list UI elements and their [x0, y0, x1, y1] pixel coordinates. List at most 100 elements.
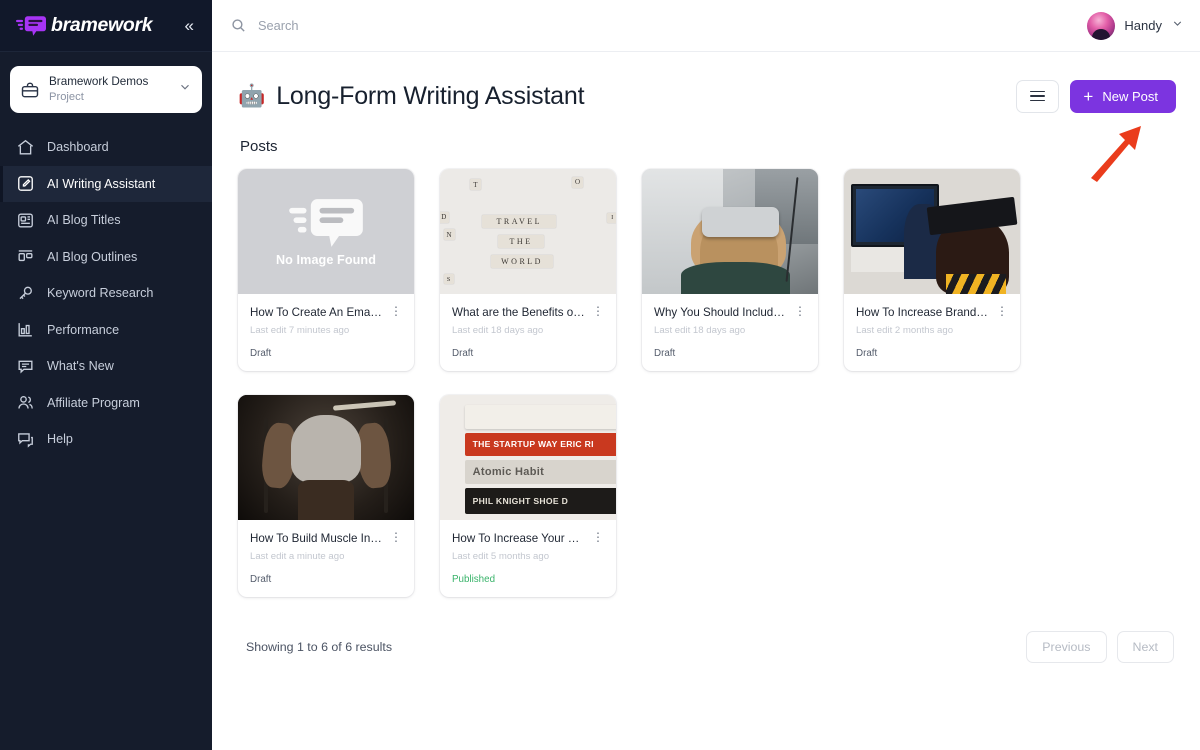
list-view-button[interactable]: [1016, 79, 1060, 113]
edit-square-icon: [16, 174, 35, 193]
sidebar-item-dashboard[interactable]: Dashboard: [0, 129, 212, 166]
plus-icon: +: [1083, 86, 1094, 106]
post-title: How To Increase Brand Aw...: [856, 306, 989, 319]
app-root: bramework « Bramework Demos Project Dash…: [0, 0, 1200, 750]
user-name: Handy: [1124, 18, 1162, 33]
list-view-icon: [1030, 88, 1046, 104]
post-card[interactable]: Why You Should Include a 3... ⋮ Last edi…: [642, 169, 818, 372]
post-status-badge: Published: [452, 574, 496, 586]
home-icon: [16, 138, 35, 157]
post-title: How To Build Muscle In Jus...: [250, 532, 383, 546]
header-actions: + New Post: [1016, 79, 1176, 113]
layout-grid-icon: [16, 247, 35, 266]
project-selector[interactable]: Bramework Demos Project: [10, 66, 202, 114]
post-card-body: How To Build Muscle In Jus... ⋮ Last edi…: [238, 520, 414, 597]
post-card-top: What are the Benefits of Sl... ⋮: [452, 305, 605, 320]
post-last-edit: Last edit 7 minutes ago: [250, 325, 350, 337]
users-icon: [16, 393, 35, 412]
post-card[interactable]: THE STARTUP WAY ERIC RI Atomic Habit PHI…: [440, 395, 616, 598]
post-menu-icon[interactable]: ⋮: [793, 305, 807, 317]
sidebar-item-keyword-research[interactable]: Keyword Research: [0, 275, 212, 312]
pagination-footer: Showing 1 to 6 of 6 results Previous Nex…: [238, 631, 1176, 664]
previous-page-button[interactable]: Previous: [1026, 631, 1107, 664]
book-title-atomic-habits: Atomic Habit: [472, 465, 545, 478]
pagination-controls: Previous Next: [1026, 631, 1174, 664]
sidebar-item-whats-new[interactable]: What's New: [0, 348, 212, 385]
bramework-logo-icon: [16, 15, 46, 37]
chat-bubble-icon: [16, 357, 35, 376]
search-container[interactable]: [230, 17, 1087, 34]
topbar: Handy: [212, 0, 1200, 52]
new-post-label: New Post: [1102, 88, 1158, 104]
main-area: Handy 🤖 Long-Form Writing Assistant: [212, 0, 1200, 750]
project-subtitle: Project: [49, 90, 84, 103]
post-card[interactable]: How To Increase Brand Aw... ⋮ Last edit …: [844, 169, 1020, 372]
sidebar-item-performance[interactable]: Performance: [0, 312, 212, 349]
sidebar-item-label: Performance: [47, 322, 120, 337]
sidebar-item-ai-blog-titles[interactable]: AI Blog Titles: [0, 202, 212, 239]
chevron-down-icon[interactable]: [178, 80, 192, 99]
annotation-arrow-icon: [1085, 120, 1149, 182]
article-icon: [16, 211, 35, 230]
sidebar-item-ai-writing-assistant[interactable]: AI Writing Assistant: [0, 165, 212, 203]
bar-chart-icon: [16, 320, 35, 339]
page-title-text: Long-Form Writing Assistant: [276, 81, 585, 110]
post-card-body: Why You Should Include a 3... ⋮ Last edi…: [642, 294, 818, 371]
post-menu-icon[interactable]: ⋮: [389, 305, 403, 317]
search-input[interactable]: [258, 18, 558, 33]
post-menu-icon[interactable]: ⋮: [389, 531, 403, 543]
post-card-body: How To Create An Email M... ⋮ Last edit …: [238, 294, 414, 371]
post-menu-icon[interactable]: ⋮: [995, 305, 1009, 317]
post-menu-icon[interactable]: ⋮: [591, 531, 605, 543]
sidebar-item-help[interactable]: Help: [0, 421, 212, 458]
post-card-top: Why You Should Include a 3... ⋮: [654, 305, 807, 320]
post-last-edit: Last edit 2 months ago: [856, 325, 954, 337]
post-status-badge: Draft: [250, 574, 272, 586]
post-card-top: How To Create An Email M... ⋮: [250, 305, 403, 320]
post-card-top: How To Increase Your Self-... ⋮: [452, 531, 605, 546]
sidebar-logo-text: bramework: [51, 14, 153, 36]
post-title: How To Create An Email M...: [250, 306, 383, 319]
post-status-badge: Draft: [654, 348, 676, 360]
sidebar-nav: Dashboard AI Writing Assistant AI Blog T…: [0, 129, 212, 458]
project-name: Bramework Demos: [49, 75, 149, 88]
post-card[interactable]: How To Build Muscle In Jus... ⋮ Last edi…: [238, 395, 414, 598]
sidebar-item-label: Keyword Research: [47, 286, 154, 301]
sidebar-collapse-icon[interactable]: «: [181, 13, 198, 38]
post-last-edit: Last edit 18 days ago: [654, 325, 746, 337]
post-status-badge: Draft: [250, 348, 272, 360]
post-title: Why You Should Include a 3...: [654, 306, 787, 319]
post-card[interactable]: T O D N S I TRAVEL THE WORLD What are th…: [440, 169, 616, 372]
post-thumbnail-books: THE STARTUP WAY ERIC RI Atomic Habit PHI…: [440, 395, 616, 521]
sidebar-item-label: AI Blog Titles: [47, 213, 121, 228]
help-chat-icon: [16, 430, 35, 449]
project-texts: Bramework Demos Project: [49, 75, 169, 104]
no-image-text: No Image Found: [275, 252, 377, 267]
sidebar-item-affiliate-program[interactable]: Affiliate Program: [0, 385, 212, 422]
new-post-button[interactable]: + New Post: [1070, 79, 1176, 113]
post-card-body: How To Increase Brand Aw... ⋮ Last edit …: [844, 294, 1020, 371]
post-menu-icon[interactable]: ⋮: [591, 305, 605, 317]
content-area: 🤖 Long-Form Writing Assistant + New Post: [212, 52, 1200, 750]
robot-emoji-icon: 🤖: [238, 83, 266, 108]
chevron-down-icon[interactable]: [1171, 17, 1184, 35]
sidebar-item-ai-blog-outlines[interactable]: AI Blog Outlines: [0, 239, 212, 276]
post-title: What are the Benefits of Sl...: [452, 306, 585, 319]
posts-grid: No Image Found How To Create An Email M.…: [238, 169, 1176, 598]
search-icon: [230, 17, 247, 34]
next-page-button[interactable]: Next: [1116, 631, 1174, 664]
avatar: [1087, 11, 1116, 40]
page-header: 🤖 Long-Form Writing Assistant + New Post: [238, 74, 1176, 182]
results-count: Showing 1 to 6 of 6 results: [246, 640, 393, 655]
sidebar-item-label: AI Blog Outlines: [47, 249, 138, 264]
post-card-body: What are the Benefits of Sl... ⋮ Last ed…: [440, 294, 616, 371]
post-last-edit: Last edit 18 days ago: [452, 325, 544, 337]
post-card-body: How To Increase Your Self-... ⋮ Last edi…: [440, 520, 616, 597]
user-menu[interactable]: Handy: [1087, 11, 1184, 40]
post-title: How To Increase Your Self-...: [452, 532, 585, 546]
sidebar-item-label: AI Writing Assistant: [47, 176, 156, 191]
post-thumbnail-vr: [642, 169, 818, 294]
post-card[interactable]: No Image Found How To Create An Email M.…: [238, 169, 414, 372]
book-title-startup-way: THE STARTUP WAY ERIC RI: [472, 439, 594, 450]
post-status-badge: Draft: [452, 348, 474, 360]
